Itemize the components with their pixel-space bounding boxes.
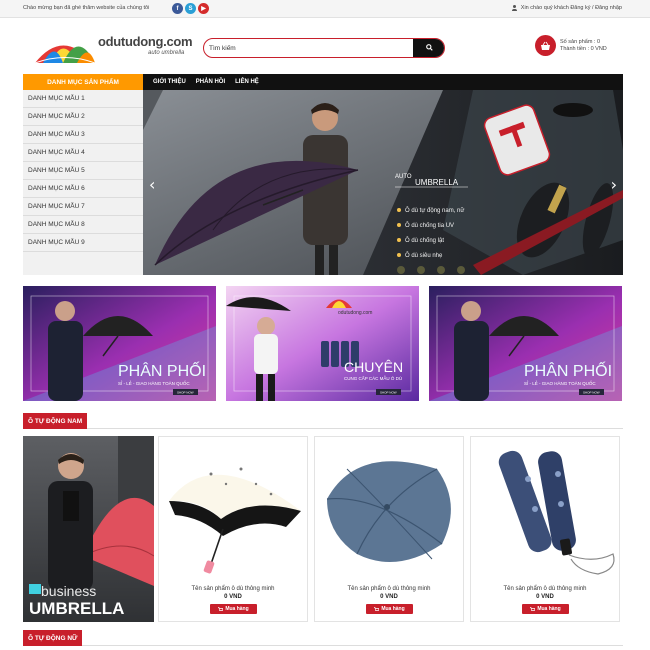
banner-subtitle: CUNG CẤP CÁC MẪU Ô DÙ bbox=[344, 375, 402, 381]
category-item[interactable]: DANH MỤC MẪU 9 bbox=[23, 234, 143, 252]
nav-link-about[interactable]: GIỚI THIỆU bbox=[153, 79, 186, 85]
banner-subtitle: SỈ - LẺ - GIAO HÀNG TOÀN QUỐC bbox=[524, 380, 596, 386]
user-icon bbox=[512, 5, 518, 11]
category-item[interactable]: DANH MỤC MẪU 3 bbox=[23, 126, 143, 144]
buy-button-label: Mua hàng bbox=[537, 606, 561, 612]
auth-text[interactable]: Xin chào quý khách Đăng ký / Đăng nhập bbox=[521, 5, 622, 11]
banner-title: PHÂN PHỐI bbox=[524, 360, 612, 380]
cart-total: Thành tiền : 0 VND bbox=[560, 46, 607, 52]
slider-bullet: Ô dù siêu nhẹ bbox=[405, 252, 443, 259]
shopping-basket-icon bbox=[541, 41, 550, 50]
welcome-text: Chào mừng bạn đã ghé thăm website của ch… bbox=[23, 5, 150, 11]
buy-button[interactable]: Mua hàng bbox=[522, 604, 569, 614]
section-title-label[interactable]: Ô TỰ ĐỘNG NỮ bbox=[23, 630, 83, 646]
cart-count: Số sản phẩm : 0 bbox=[560, 39, 601, 45]
social-links: f S ▶ bbox=[172, 3, 209, 14]
product-price: 0 VND bbox=[536, 594, 554, 600]
section-title-male: Ô TỰ ĐỘNG NAM bbox=[23, 413, 623, 429]
slider-bullet: Ô dù chống tia UV bbox=[405, 222, 454, 229]
promo-banner-1[interactable]: PHÂN PHỐI SỈ - LẺ - GIAO HÀNG TOÀN QUỐC … bbox=[23, 286, 216, 401]
product-image bbox=[498, 450, 615, 575]
buy-button-label: Mua hàng bbox=[225, 606, 249, 612]
nav-link-feedback[interactable]: PHẢN HỒI bbox=[196, 79, 225, 85]
banner-subtitle: SỈ - LẺ - GIAO HÀNG TOÀN QUỐC bbox=[118, 380, 190, 386]
cart-button[interactable] bbox=[535, 35, 556, 56]
cart-icon bbox=[374, 606, 380, 611]
product-price: 0 VND bbox=[380, 594, 398, 600]
banner-button[interactable]: SHOP NOW bbox=[177, 391, 194, 395]
youtube-icon[interactable]: ▶ bbox=[198, 3, 209, 14]
hero-slider: AUTO UMBRELLA Ô dù tự động nam, nữ Ô dù … bbox=[143, 90, 623, 275]
slider-next-icon[interactable]: › bbox=[611, 175, 617, 194]
slider-bullet: Ô dù tự động nam, nữ bbox=[405, 207, 464, 214]
category-item[interactable]: DANH MỤC MẪU 5 bbox=[23, 162, 143, 180]
promo-banner-3[interactable]: PHÂN PHỐI SỈ - LẺ - GIAO HÀNG TOÀN QUỐC … bbox=[429, 286, 622, 401]
section-title-female: Ô TỰ ĐỘNG NỮ bbox=[23, 630, 623, 646]
category-menu-header[interactable]: DANH MỤC SẢN PHẨM bbox=[23, 74, 143, 90]
banner-title: CHUYÊN bbox=[344, 359, 403, 375]
nav-link-contact[interactable]: LIÊN HỆ bbox=[235, 79, 259, 85]
section-title-label[interactable]: Ô TỰ ĐỘNG NAM bbox=[23, 413, 88, 429]
category-item[interactable]: DANH MỤC MẪU 1 bbox=[23, 90, 143, 108]
banner-button[interactable]: SHOP NOW bbox=[380, 391, 397, 395]
category-list: DANH MỤC MẪU 1 DANH MỤC MẪU 2 DANH MỤC M… bbox=[23, 90, 143, 275]
logo-text[interactable]: odutudong.com bbox=[98, 34, 193, 49]
slider-bullet: Ô dù chống lật bbox=[405, 237, 444, 244]
search-icon bbox=[425, 44, 433, 51]
buy-button[interactable]: Mua hàng bbox=[366, 604, 413, 614]
product-image bbox=[169, 467, 301, 574]
search-box bbox=[203, 38, 445, 58]
buy-button[interactable]: Mua hàng bbox=[210, 604, 257, 614]
product-card[interactable]: Tên sản phẩm ô dù thông minh 0 VND Mua h… bbox=[158, 436, 308, 622]
category-item[interactable]: DANH MỤC MẪU 4 bbox=[23, 144, 143, 162]
search-input[interactable] bbox=[209, 42, 409, 54]
hero-slide-image: AUTO UMBRELLA Ô dù tự động nam, nữ Ô dù … bbox=[143, 90, 623, 275]
slider-title-big: UMBRELLA bbox=[415, 178, 459, 187]
product-name[interactable]: Tên sản phẩm ô dù thông minh bbox=[471, 586, 619, 592]
logo-subtitle: auto umbrella bbox=[148, 50, 185, 56]
feature-banner-male[interactable]: business UMBRELLA bbox=[23, 436, 154, 622]
banner-title: PHÂN PHỐI bbox=[118, 360, 206, 380]
skype-icon[interactable]: S bbox=[185, 3, 196, 14]
slider-title-small: AUTO bbox=[395, 174, 412, 180]
category-item[interactable]: DANH MỤC MẪU 2 bbox=[23, 108, 143, 126]
banner-button[interactable]: SHOP NOW bbox=[583, 391, 600, 395]
product-name[interactable]: Tên sản phẩm ô dù thông minh bbox=[315, 586, 463, 592]
category-item[interactable]: DANH MỤC MẪU 6 bbox=[23, 180, 143, 198]
product-name[interactable]: Tên sản phẩm ô dù thông minh bbox=[159, 586, 307, 592]
feature-text-2: UMBRELLA bbox=[29, 599, 124, 618]
product-price: 0 VND bbox=[224, 594, 242, 600]
cart-icon bbox=[218, 606, 224, 611]
search-button[interactable] bbox=[413, 39, 444, 57]
product-card[interactable]: Tên sản phẩm ô dù thông minh 0 VND Mua h… bbox=[470, 436, 620, 622]
cart-icon bbox=[530, 606, 536, 611]
buy-button-label: Mua hàng bbox=[381, 606, 405, 612]
feature-text-1: business bbox=[41, 583, 96, 599]
auth-links: Xin chào quý khách Đăng ký / Đăng nhập bbox=[512, 5, 622, 11]
banner-logo-text: odutudong.com bbox=[338, 310, 372, 316]
promo-banner-2[interactable]: odutudong.com CHUYÊN CUNG CẤP CÁC MẪU Ô … bbox=[226, 286, 419, 401]
product-image bbox=[326, 461, 451, 562]
main-nav: DANH MỤC SẢN PHẨM GIỚI THIỆU PHẢN HỒI LI… bbox=[23, 74, 623, 90]
slider-prev-icon[interactable]: ‹ bbox=[149, 175, 155, 194]
product-card[interactable]: Tên sản phẩm ô dù thông minh 0 VND Mua h… bbox=[314, 436, 464, 622]
category-item[interactable]: DANH MỤC MẪU 7 bbox=[23, 198, 143, 216]
facebook-icon[interactable]: f bbox=[172, 3, 183, 14]
top-bar: Chào mừng bạn đã ghé thăm website của ch… bbox=[0, 0, 650, 18]
cart-summary: Số sản phẩm : 0 Thành tiền : 0 VND bbox=[560, 39, 607, 53]
category-item[interactable]: DANH MỤC MẪU 8 bbox=[23, 216, 143, 234]
